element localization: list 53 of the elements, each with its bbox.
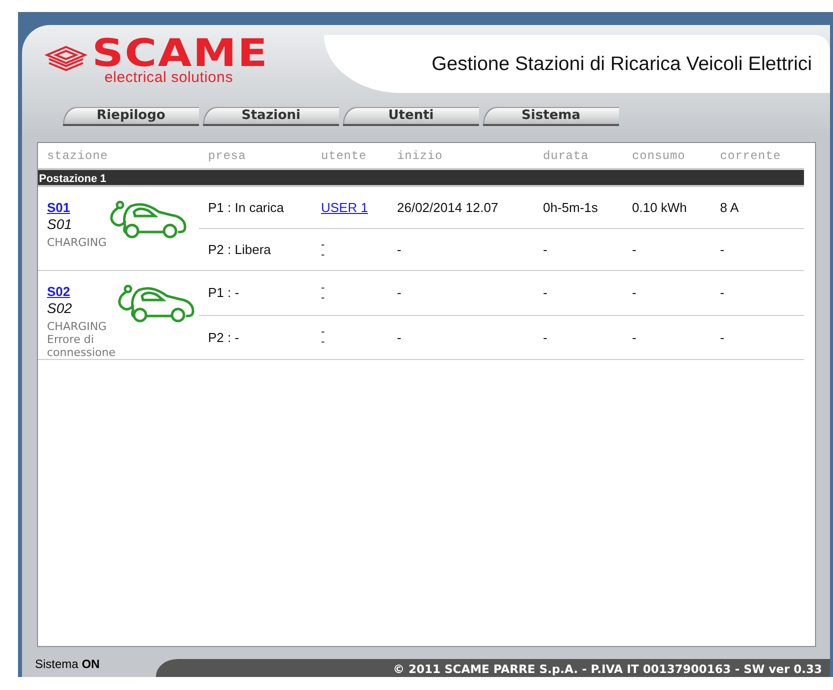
table-cell: - — [632, 285, 636, 300]
table-cell-text: - — [321, 250, 326, 260]
column-header: inizio — [397, 149, 443, 163]
column-header: consumo — [632, 149, 686, 163]
station-status: CHARGING — [47, 236, 107, 249]
station-name: S01 — [47, 216, 73, 232]
car-charging-icon — [107, 200, 189, 240]
system-status: Sistema ON — [34, 657, 101, 673]
station-name: S02 — [47, 300, 73, 316]
nav-tab[interactable]: Sistema — [483, 107, 619, 126]
nav-tab[interactable]: Riepilogo — [63, 107, 199, 126]
table-cell: - — [720, 242, 724, 257]
table-cell: - — [543, 242, 548, 257]
table-cell: 26/02/2014 12.07 — [397, 200, 498, 215]
table-cell: - — [397, 285, 402, 300]
table-cell: - — [720, 285, 724, 300]
copyright-bar: © 2011 SCAME PARRE S.p.A. - P.IVA IT 00137900163 - SW ver 0.33 — [156, 659, 830, 677]
table-cell: - — [632, 242, 636, 257]
port-status: P2 : Libera — [208, 242, 271, 257]
table-cell: - — [543, 330, 548, 345]
table-cell: - — [397, 330, 402, 345]
column-header: durata — [543, 149, 589, 163]
table-cell: - — [543, 285, 548, 300]
table-cell: - — [632, 330, 636, 345]
table-cell: - — [397, 242, 402, 257]
logo-name: SCAME — [92, 34, 268, 72]
table-cell: - — [720, 330, 724, 345]
station-status: Errore di connessione — [47, 333, 116, 359]
nav-tab[interactable]: Stazioni — [203, 107, 339, 126]
table-cell-text: - — [321, 337, 326, 348]
nav-tab[interactable]: Utenti — [343, 107, 479, 126]
station-link[interactable]: S02 — [47, 284, 116, 299]
table-cell-text: - — [321, 240, 326, 250]
station-status: CHARGING — [47, 320, 108, 333]
port-status: P1 : In carica — [208, 200, 284, 215]
port-status: P2 : - — [208, 330, 240, 345]
table-cell: 0.10 kWh — [632, 200, 687, 215]
user-link[interactable]: USER 1 — [321, 200, 368, 215]
table-cell-text: - — [321, 282, 326, 293]
table-cell: 0h-5m-1s — [543, 200, 598, 215]
logo-icon — [44, 44, 88, 74]
table-cell: 8 A — [720, 200, 739, 215]
column-header: corrente — [720, 149, 781, 163]
table-cell-text: - — [321, 327, 326, 338]
station-link[interactable]: S01 — [47, 200, 107, 215]
logo-tagline: electrical solutions — [104, 70, 233, 84]
group-title: Postazione 1 — [39, 173, 106, 185]
column-header: stazione — [47, 149, 108, 163]
table-cell-text: - — [321, 292, 326, 303]
port-status: P1 : - — [208, 285, 240, 300]
page-title: Gestione Stazioni di Ricarica Veicoli Elettrici — [432, 52, 812, 76]
column-header: presa — [208, 149, 246, 163]
column-header: utente — [321, 149, 367, 163]
